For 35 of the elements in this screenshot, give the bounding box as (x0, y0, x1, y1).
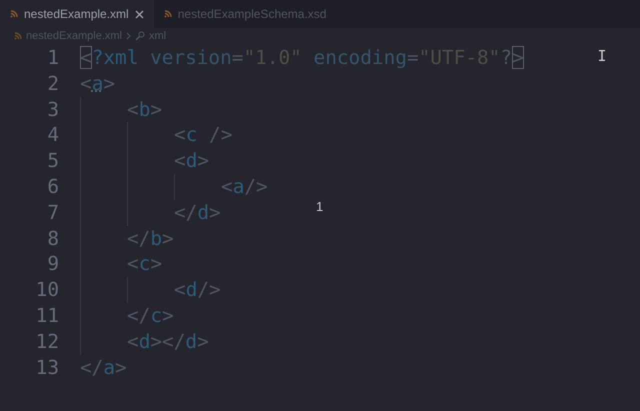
code-text: <b> (127, 96, 162, 122)
code-text: </c> (127, 302, 174, 329)
overlay-label: 1 (316, 198, 324, 216)
breadcrumb-item[interactable]: xml (149, 28, 166, 44)
code-text: <a> (80, 70, 116, 97)
code-text: </b> (127, 226, 174, 252)
breadcrumb-item[interactable]: nestedExample.xml (26, 28, 122, 44)
line-number: 13 (34, 354, 59, 380)
line-number: 10 (34, 277, 59, 303)
chevron-icon (126, 32, 131, 40)
close-icon[interactable] (134, 10, 144, 18)
rss-icon (164, 10, 172, 18)
code-text: <c /> (174, 122, 232, 148)
code-text: </d> (174, 200, 221, 226)
line-number: 7 (46, 200, 59, 226)
text-cursor-icon (599, 50, 605, 61)
rss-icon (10, 10, 18, 18)
line-number: 11 (34, 302, 59, 329)
line-number: 5 (46, 148, 59, 174)
line-number: 6 (46, 174, 59, 200)
line-number: 4 (46, 122, 59, 148)
code-text: <a/> (221, 174, 268, 200)
line-number: 2 (46, 70, 59, 97)
line-number: 9 (46, 251, 59, 278)
code-text: <d></d> (127, 328, 209, 355)
code-text: <c> (127, 251, 162, 278)
line-number: 3 (46, 96, 59, 122)
editor-tab[interactable]: nestedExample.xml (0, 0, 154, 28)
rss-icon (14, 32, 22, 40)
line-number: 1 (46, 45, 59, 71)
code-text: </a> (80, 354, 127, 380)
line-number: 8 (46, 226, 59, 252)
code-text: <d> (174, 148, 210, 174)
code-text: <d/> (174, 277, 221, 303)
line-number: 12 (34, 328, 59, 355)
